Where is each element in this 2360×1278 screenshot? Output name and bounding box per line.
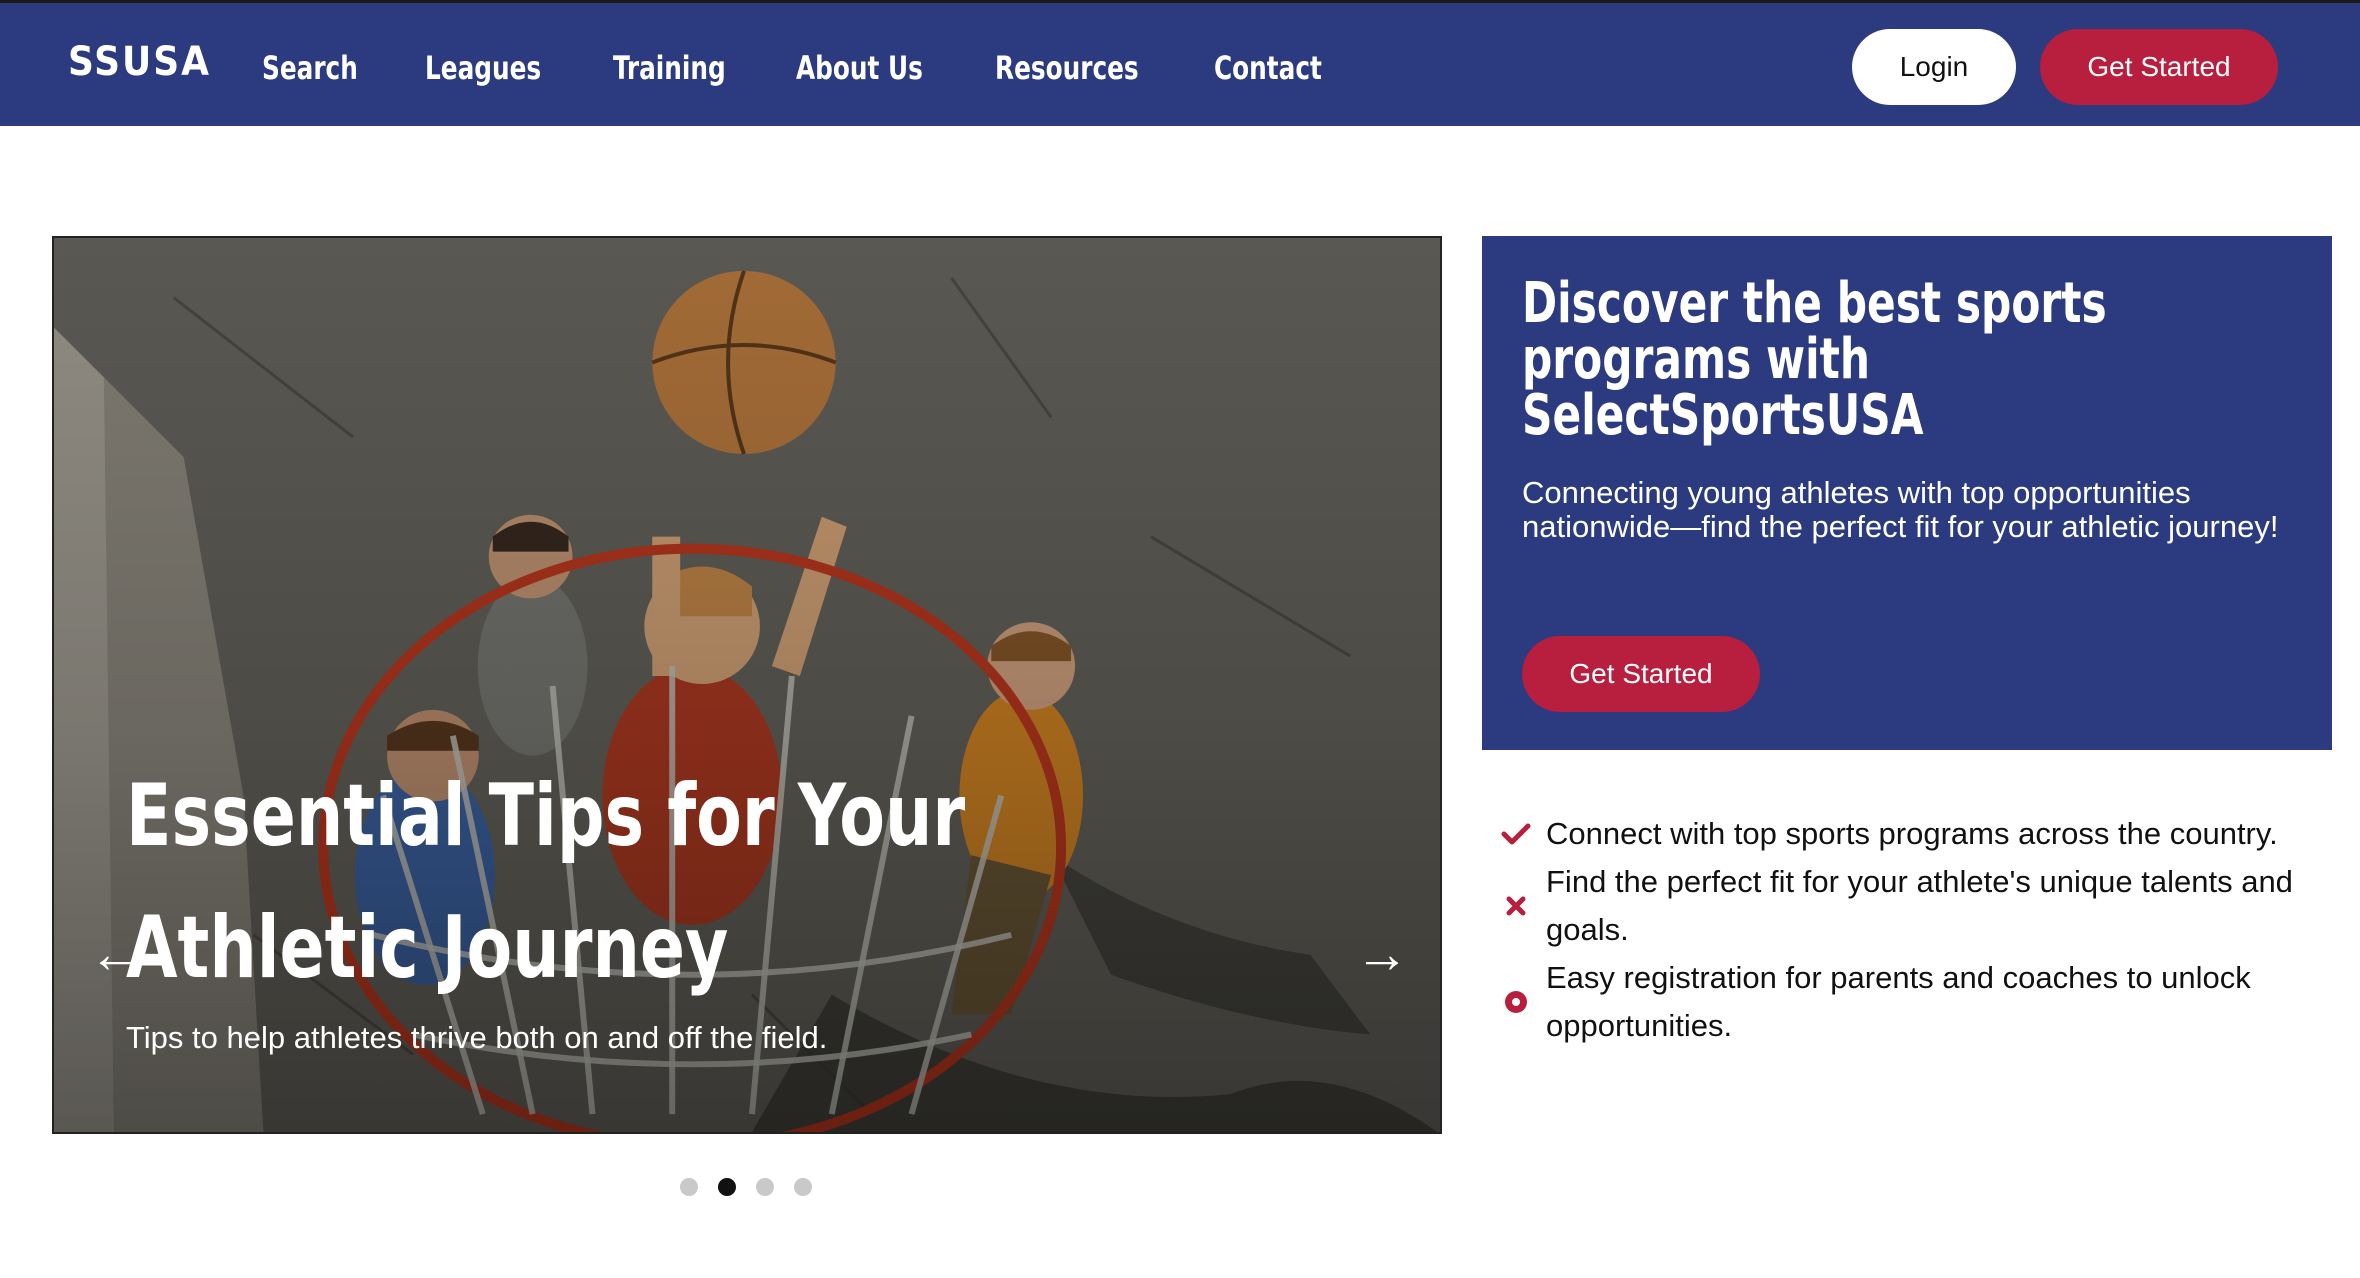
slide-title: Essential Tips for Your Athletic Journey	[126, 766, 966, 998]
list-item: Find the perfect fit for your athlete's …	[1494, 858, 2334, 954]
check-icon	[1500, 810, 1532, 858]
get-started-promo-button[interactable]: Get Started	[1522, 636, 1760, 712]
promo-panel: Discover the best sports programs with S…	[1482, 236, 2332, 750]
feature-list: Connect with top sports programs across …	[1494, 810, 2334, 1050]
nav-link-resources[interactable]: Resources	[995, 43, 1139, 93]
feature-text: Easy registration for parents and coache…	[1546, 960, 2251, 1043]
feature-text: Connect with top sports programs across …	[1546, 816, 2278, 851]
nav-link-training[interactable]: Training	[613, 43, 726, 93]
carousel-dot[interactable]	[756, 1178, 774, 1196]
promo-heading: Discover the best sports programs with S…	[1522, 271, 2107, 448]
main-nav: Search Leagues Training About Us Resourc…	[262, 43, 1392, 93]
promo-text: Connecting young athletes with top oppor…	[1522, 475, 2279, 544]
carousel-dots	[680, 1178, 832, 1196]
site-logo[interactable]: SSUSA	[68, 39, 211, 85]
top-navbar: SSUSA Search Leagues Training About Us R…	[0, 0, 2360, 126]
carousel-dot[interactable]	[794, 1178, 812, 1196]
login-button[interactable]: Login	[1852, 29, 2016, 105]
arrow-right-icon[interactable]: →	[1352, 924, 1412, 984]
nav-link-contact[interactable]: Contact	[1214, 43, 1322, 93]
carousel-dot-active[interactable]	[718, 1178, 736, 1196]
carousel-dot[interactable]	[680, 1178, 698, 1196]
list-item: Easy registration for parents and coache…	[1494, 954, 2334, 1050]
nav-link-about-us[interactable]: About Us	[796, 43, 923, 93]
nav-link-leagues[interactable]: Leagues	[425, 43, 541, 93]
feature-text: Find the perfect fit for your athlete's …	[1546, 864, 2293, 947]
x-icon	[1500, 882, 1532, 930]
circle-dot-icon	[1500, 978, 1532, 1026]
nav-link-search[interactable]: Search	[262, 43, 358, 93]
hero-carousel: ← → Essential Tips for Your Athletic Jou…	[52, 236, 1442, 1134]
get-started-nav-button[interactable]: Get Started	[2040, 29, 2278, 105]
list-item: Connect with top sports programs across …	[1494, 810, 2334, 858]
slide-subtitle: Tips to help athletes thrive both on and…	[126, 1020, 828, 1055]
